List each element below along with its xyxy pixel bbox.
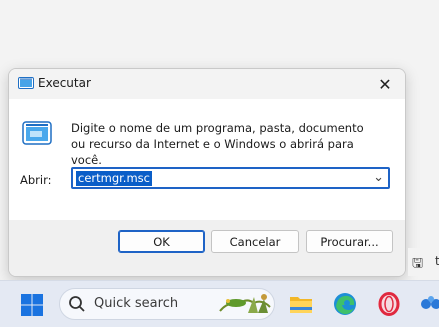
- save-icon[interactable]: 🖫: [412, 254, 423, 276]
- taskbar: Quick search: [0, 280, 439, 327]
- background-window-edge: 🖫 t: [408, 248, 439, 276]
- file-explorer-icon[interactable]: [288, 291, 314, 317]
- chevron-down-icon[interactable]: ⌄: [373, 170, 384, 185]
- open-input-value[interactable]: certmgr.msc: [76, 171, 152, 186]
- ok-button[interactable]: OK: [118, 230, 205, 253]
- search-placeholder: Quick search: [94, 296, 179, 311]
- close-icon: ✕: [378, 74, 392, 94]
- close-button[interactable]: ✕: [365, 69, 405, 99]
- search-icon: [69, 296, 85, 312]
- opera-icon[interactable]: [376, 291, 402, 317]
- run-icon: [18, 77, 34, 89]
- search-highlight-icon: [219, 294, 271, 313]
- cancel-button[interactable]: Cancelar: [211, 230, 299, 253]
- app-icon[interactable]: [418, 291, 439, 317]
- dialog-footer: OK Cancelar Procurar...: [9, 220, 405, 276]
- dialog-title: Executar: [38, 76, 91, 90]
- dialog-description: Digite o nome de um programa, pasta, doc…: [71, 121, 364, 167]
- taskbar-search[interactable]: Quick search: [59, 288, 275, 320]
- run-dialog: Executar ✕ Digite o nome de um programa,…: [8, 68, 406, 277]
- browse-button[interactable]: Procurar...: [306, 230, 393, 253]
- open-combobox[interactable]: certmgr.msc ⌄: [71, 167, 390, 189]
- edge-icon[interactable]: [332, 291, 358, 317]
- run-program-icon: [22, 121, 52, 145]
- dialog-content: Digite o nome de um programa, pasta, doc…: [9, 99, 405, 220]
- background-window-text: t: [435, 254, 439, 268]
- windows-start-icon[interactable]: [20, 293, 44, 317]
- title-bar[interactable]: Executar ✕: [9, 69, 405, 99]
- open-label: Abrir:: [20, 173, 52, 187]
